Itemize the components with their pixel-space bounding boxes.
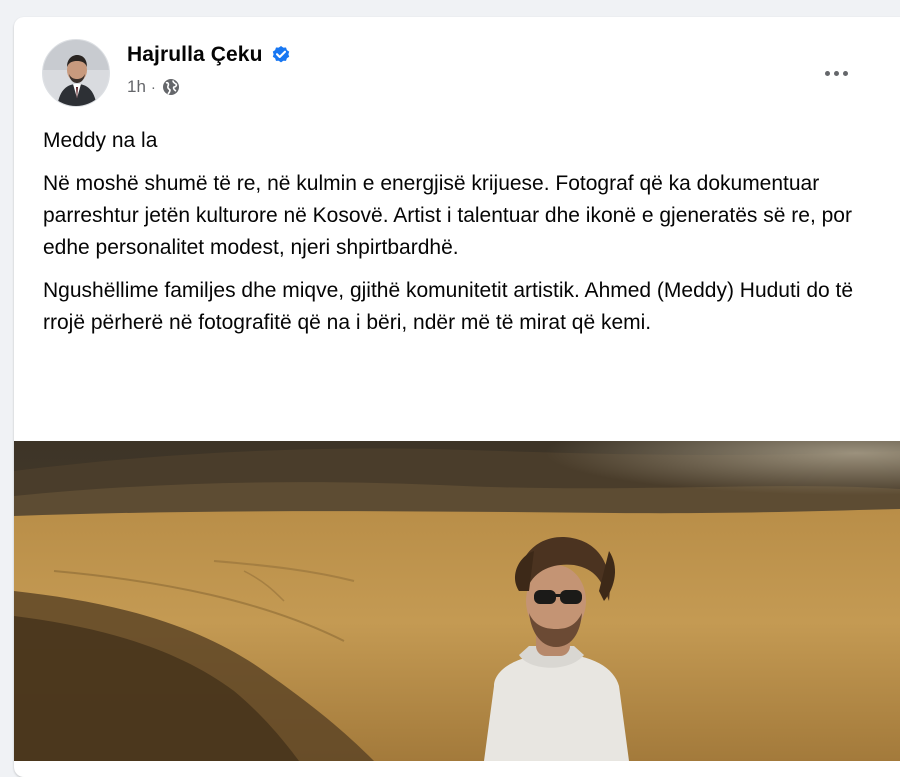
avatar-image [43, 40, 109, 106]
more-options-icon[interactable] [812, 55, 860, 91]
more-dot [824, 70, 830, 76]
more-dot [833, 70, 839, 76]
post-card: Hajrulla Çeku 1h · Meddy na la Në moshë … [14, 17, 900, 777]
post-paragraph-title: Meddy na la [43, 129, 158, 152]
post-message: Meddy na la Në moshë shumë të re, në kul… [43, 125, 863, 350]
verified-badge-icon [271, 45, 291, 65]
meta-separator: · [150, 78, 156, 96]
author-avatar[interactable] [42, 39, 110, 107]
author-name[interactable]: Hajrulla Çeku [127, 43, 263, 67]
post-paragraph: Në moshë shumë të re, në kulmin e energj… [43, 172, 852, 259]
post-paragraph: Ngushëllime familjes dhe miqve, gjithë k… [43, 279, 854, 334]
globe-icon[interactable] [161, 77, 181, 97]
author-line: Hajrulla Çeku [127, 41, 291, 69]
photo-image [14, 441, 900, 761]
post-header: Hajrulla Çeku 1h · [14, 17, 900, 117]
post-timestamp[interactable]: 1h [127, 77, 146, 97]
post-photo[interactable] [14, 441, 900, 761]
more-dot [842, 70, 848, 76]
post-meta: 1h · [127, 77, 181, 97]
